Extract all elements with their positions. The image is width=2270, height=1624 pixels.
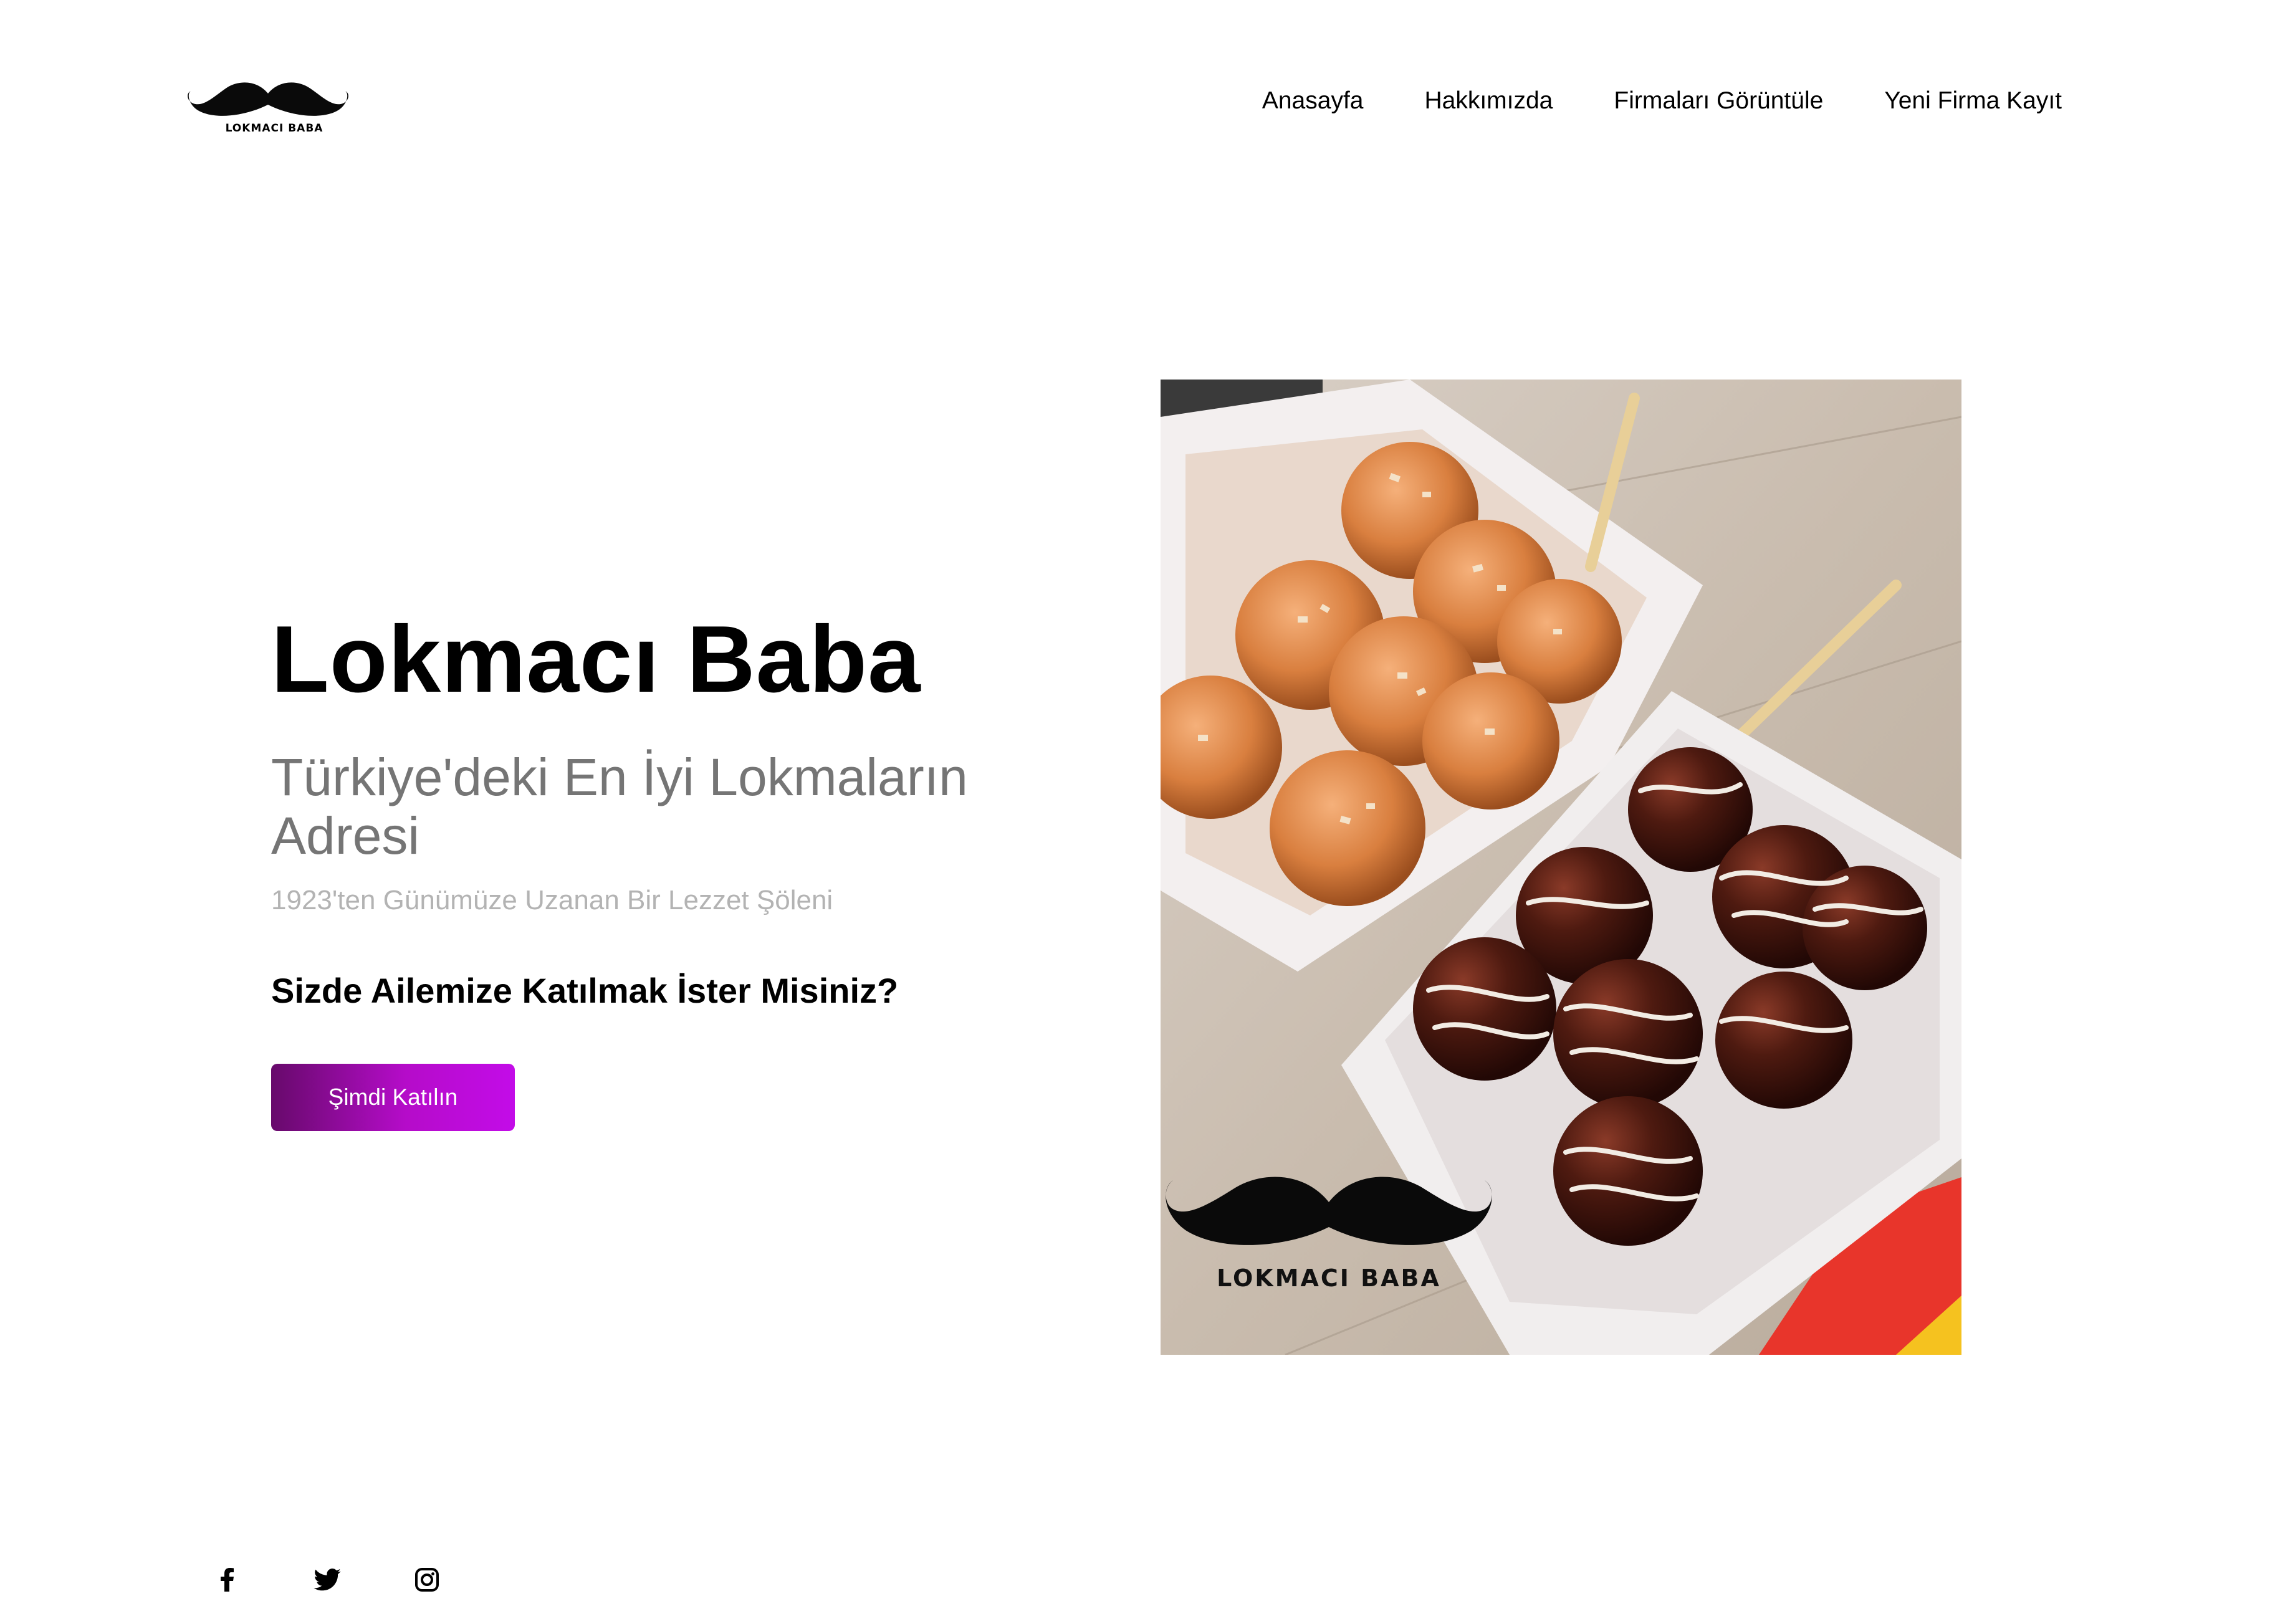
logo-text: LOKMACI BABA: [225, 122, 323, 135]
hero-question: Sizde Ailemize Katılmak İster Misiniz?: [271, 971, 899, 1010]
hero-subtitle: Türkiye'deki En İyi Lokmaların Adresi: [271, 748, 968, 866]
facebook-icon[interactable]: [206, 1561, 249, 1598]
nav-new-company[interactable]: Yeni Firma Kayıt: [1884, 87, 2062, 115]
hero-tagline: 1923'ten Günümüze Uzanan Bir Lezzet Şöle…: [271, 885, 833, 915]
nav-home[interactable]: Anasayfa: [1262, 87, 1364, 115]
hero-photo: LOKMACI BABA: [1161, 380, 1961, 1355]
mustache-icon: [188, 82, 348, 116]
twitter-icon[interactable]: [305, 1561, 349, 1598]
nav-view-companies[interactable]: Firmaları Görüntüle: [1614, 87, 1823, 115]
watermark-text: LOKMACI BABA: [1217, 1264, 1441, 1292]
join-now-button[interactable]: Şimdi Katılın: [271, 1064, 515, 1131]
brand-logo[interactable]: LOKMACI BABA: [181, 69, 355, 143]
hero-title: Lokmacı Baba: [271, 606, 921, 712]
main-nav: Anasayfa Hakkımızda Firmaları Görüntüle …: [1262, 87, 2062, 115]
instagram-icon[interactable]: [405, 1561, 449, 1598]
social-links: [206, 1561, 449, 1598]
nav-about[interactable]: Hakkımızda: [1424, 87, 1553, 115]
